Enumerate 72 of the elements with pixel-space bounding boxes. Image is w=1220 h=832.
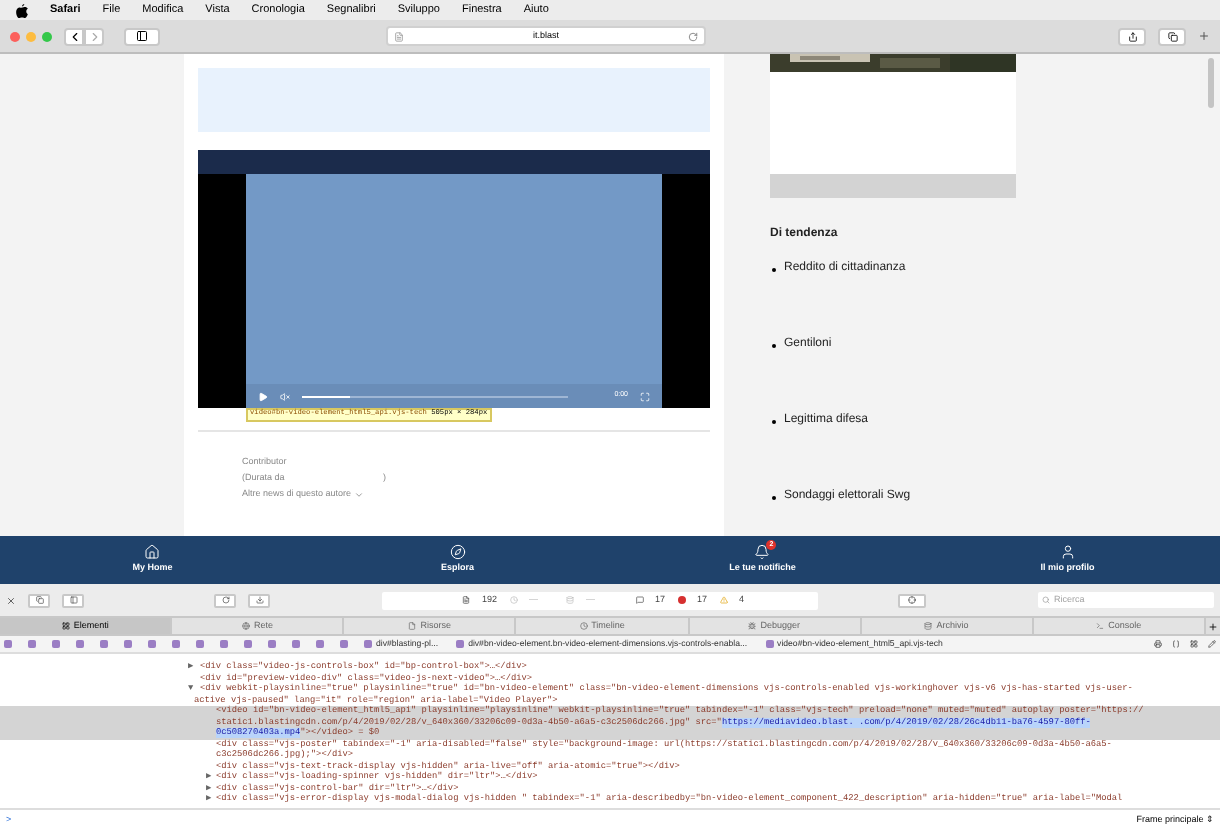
mute-icon bbox=[280, 391, 290, 401]
element-icon[interactable] bbox=[124, 640, 132, 648]
search-icon bbox=[1042, 596, 1050, 604]
fullscreen-icon bbox=[640, 391, 650, 401]
new-tab-icon bbox=[1198, 30, 1210, 42]
element-icon[interactable] bbox=[244, 640, 252, 648]
reader-icon bbox=[394, 31, 404, 41]
layout-button[interactable] bbox=[62, 593, 84, 607]
zoom-window-icon[interactable] bbox=[42, 31, 52, 41]
share-icon bbox=[1127, 31, 1137, 41]
reload-icon bbox=[687, 31, 698, 41]
reload-button[interactable] bbox=[214, 593, 236, 607]
chevron-down-icon bbox=[353, 489, 364, 500]
element-icon[interactable] bbox=[220, 640, 228, 648]
globe-icon bbox=[241, 622, 250, 630]
bug-icon bbox=[748, 622, 757, 630]
crosshair-icon bbox=[908, 596, 916, 604]
add-tab-icon bbox=[1207, 621, 1218, 631]
grid-icon bbox=[61, 622, 70, 630]
print-icon bbox=[1154, 640, 1162, 648]
database-icon bbox=[924, 622, 933, 630]
dock-icon bbox=[35, 596, 43, 604]
element-icon[interactable] bbox=[172, 640, 180, 648]
share-button[interactable] bbox=[1118, 27, 1146, 45]
element-icon[interactable] bbox=[148, 640, 156, 648]
play-icon bbox=[258, 391, 268, 401]
back-button[interactable] bbox=[64, 27, 84, 45]
tabs-button[interactable] bbox=[1158, 27, 1186, 45]
grid-icon bbox=[1190, 640, 1198, 648]
minimize-window-icon[interactable] bbox=[26, 31, 36, 41]
element-icon[interactable] bbox=[100, 640, 108, 648]
scrollbar-thumb[interactable] bbox=[1208, 58, 1214, 108]
pencil-icon bbox=[1208, 640, 1216, 648]
user-icon bbox=[1059, 544, 1076, 561]
element-icon[interactable] bbox=[196, 640, 204, 648]
layout-icon bbox=[69, 596, 77, 604]
chevron-right-icon bbox=[87, 29, 101, 43]
message-icon bbox=[635, 596, 644, 604]
bell-icon bbox=[754, 544, 771, 561]
compass-icon bbox=[449, 544, 466, 561]
element-icon[interactable] bbox=[76, 640, 84, 648]
close-window-icon[interactable] bbox=[10, 31, 20, 41]
clock-icon bbox=[509, 596, 518, 604]
file-icon bbox=[408, 622, 417, 630]
element-icon bbox=[364, 640, 372, 648]
tabs-icon bbox=[1167, 31, 1177, 41]
dock-button[interactable] bbox=[28, 593, 50, 607]
apple-icon[interactable] bbox=[16, 3, 28, 17]
element-icon[interactable] bbox=[268, 640, 276, 648]
braces-icon bbox=[1172, 640, 1180, 648]
element-icon bbox=[765, 640, 774, 648]
element-icon[interactable] bbox=[292, 640, 300, 648]
element-icon[interactable] bbox=[52, 640, 60, 648]
document-icon bbox=[462, 596, 470, 604]
element-icon[interactable] bbox=[340, 640, 348, 648]
home-icon bbox=[144, 544, 161, 561]
element-icon[interactable] bbox=[4, 640, 12, 648]
element-icon bbox=[456, 640, 465, 648]
element-icon[interactable] bbox=[28, 640, 36, 648]
reload-icon bbox=[221, 596, 229, 604]
element-picker-button[interactable] bbox=[898, 593, 926, 607]
size-icon bbox=[566, 596, 575, 604]
warning-icon bbox=[719, 596, 728, 604]
terminal-icon bbox=[1096, 622, 1105, 630]
chevron-left-icon bbox=[67, 29, 81, 43]
clock-icon bbox=[579, 622, 588, 630]
error-icon bbox=[677, 596, 686, 604]
download-button[interactable] bbox=[248, 593, 270, 607]
download-icon bbox=[255, 596, 263, 604]
sidebar-button[interactable] bbox=[124, 27, 160, 45]
element-icon[interactable] bbox=[316, 640, 324, 648]
sidebar-icon bbox=[136, 30, 148, 42]
